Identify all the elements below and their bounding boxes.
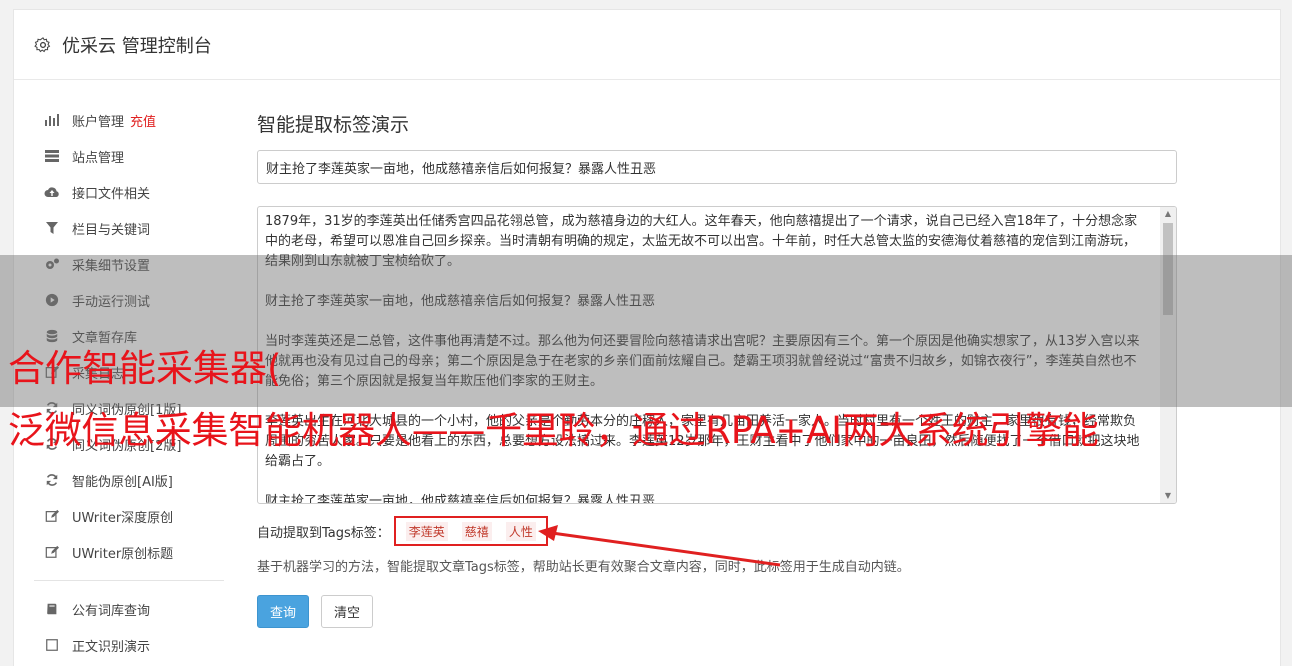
scroll-down-icon[interactable]: ▼	[1160, 489, 1176, 503]
sidebar-item[interactable]: 账户管理 充值	[34, 102, 224, 138]
tag: 慈禧	[461, 521, 492, 541]
sidebar-item[interactable]: 正文识别演示	[34, 627, 224, 663]
sidebar-item[interactable]: 栏目与关键词	[34, 210, 224, 246]
tags-box: 李莲英 慈禧 人性	[393, 516, 548, 546]
page-title: 优采云 管理控制台	[62, 35, 212, 57]
tags-label: 自动提取到Tags标签：	[257, 525, 390, 541]
gear-icon	[34, 36, 51, 52]
console-header: 优采云 管理控制台	[14, 10, 1280, 80]
sidebar-item-label: 栏目与关键词	[72, 222, 151, 238]
sidebar-item-label: 站点管理	[72, 150, 125, 166]
section-heading: 智能提取标签演示	[257, 114, 410, 136]
sidebar-item-label: UWriter深度原创	[72, 510, 174, 526]
sidebar-item[interactable]: UWriter原创标题	[34, 534, 224, 570]
refresh-icon	[44, 472, 60, 488]
annotation-arrow-icon	[538, 525, 781, 567]
recharge-link[interactable]: 充值	[130, 111, 156, 130]
square-icon	[44, 637, 60, 653]
sidebar-item[interactable]: 站点管理	[34, 138, 224, 174]
sidebar-item-label: 公有词库查询	[72, 603, 151, 619]
sidebar-divider	[34, 580, 224, 581]
tag: 李莲英	[405, 521, 448, 541]
sidebar-item-label: UWriter原创标题	[72, 546, 174, 562]
title-input[interactable]: 财主抢了李莲英家一亩地，他成慈禧亲信后如何报复？暴露人性丑恶	[257, 150, 1177, 184]
sidebar-item[interactable]: UWriter深度原创	[34, 498, 224, 534]
sidebar-item-label: 正文识别演示	[72, 639, 151, 655]
server-icon	[44, 148, 60, 164]
cloud-upload-icon	[44, 184, 60, 200]
filter-icon	[44, 220, 60, 236]
edit-icon	[44, 544, 60, 560]
clear-button[interactable]: 清空	[321, 595, 374, 628]
overlay-caption-line1: 合作智能采集器(	[8, 347, 282, 390]
sidebar-item[interactable]: 接口文件相关	[34, 174, 224, 210]
overlay-caption-line2: 泛微信息采集智能机器人——千里聆，通过RPA+AI两大系统引擎能	[8, 409, 1099, 452]
sidebar-item[interactable]: 智能伪原创[AI版]	[34, 462, 224, 498]
article-paragraph: 财主抢了李莲英家一亩地，他成慈禧亲信后如何报复？暴露人性丑恶	[265, 494, 656, 504]
edit-icon	[44, 508, 60, 524]
sidebar-item-label: 智能伪原创[AI版]	[72, 474, 173, 490]
query-button[interactable]: 查询	[257, 595, 310, 628]
book-icon	[44, 601, 60, 617]
bar-chart-icon	[44, 112, 60, 128]
sidebar-item[interactable]: 公有词库查询	[34, 591, 224, 627]
scroll-up-icon[interactable]: ▲	[1160, 207, 1176, 221]
sidebar-item-label: 接口文件相关	[72, 186, 151, 202]
button-group: 查询 清空	[257, 595, 1179, 628]
sidebar-item-label: 账户管理	[72, 114, 125, 130]
